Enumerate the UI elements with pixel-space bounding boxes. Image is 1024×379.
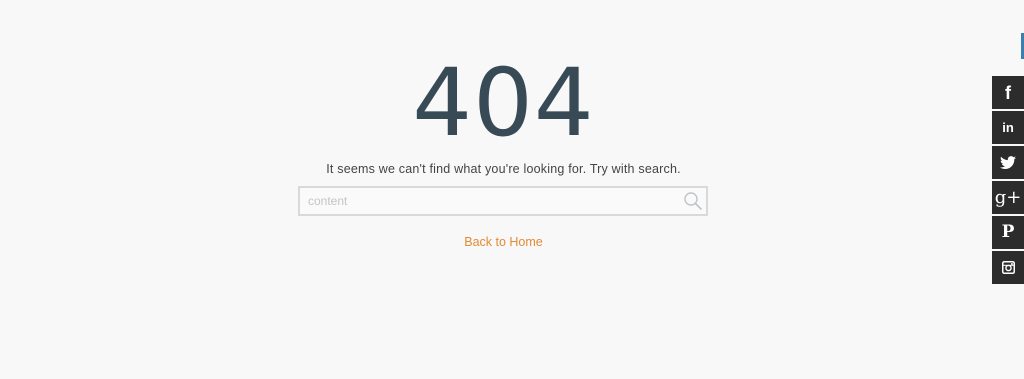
search-input[interactable] [300,188,686,214]
error-message: It seems we can't find what you're looki… [326,162,681,176]
back-to-home-link[interactable]: Back to Home [464,235,543,249]
instagram-button[interactable] [992,251,1024,284]
facebook-button[interactable]: f [992,76,1024,109]
error-page: 404 It seems we can't find what you're l… [0,0,1024,379]
google-plus-button[interactable]: g+ [992,181,1024,214]
search-form [298,186,708,216]
twitter-button[interactable] [992,146,1024,179]
linkedin-button[interactable]: in [992,111,1024,144]
pinterest-button[interactable]: P [992,216,1024,249]
twitter-icon [1000,155,1016,169]
social-share-bar: f in g+ P [992,76,1024,286]
facebook-icon: f [1005,82,1011,103]
search-icon [684,192,702,210]
google-plus-icon: g+ [994,186,1022,208]
linkedin-icon: in [1002,120,1014,135]
instagram-icon [1001,261,1015,274]
search-button[interactable] [683,191,703,211]
error-code: 404 [412,49,595,158]
pinterest-icon: P [1001,222,1015,242]
back-to-home-link-container: Back to Home [0,235,1007,249]
